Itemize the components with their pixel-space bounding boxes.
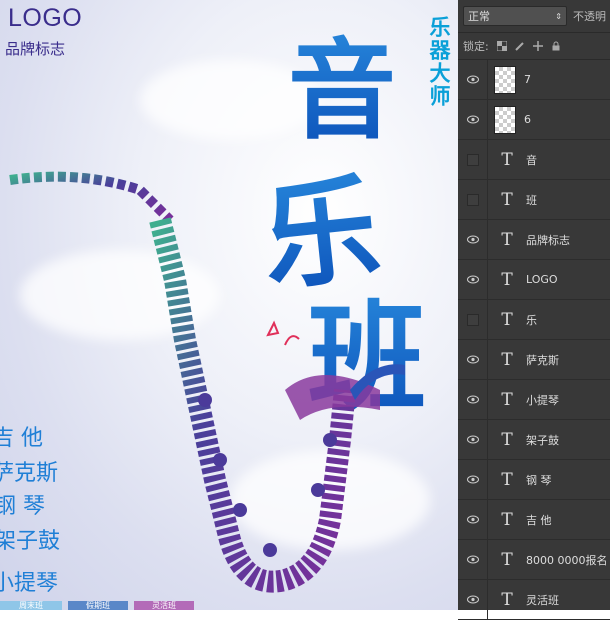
layer-row[interactable]: T吉 他 <box>458 500 610 540</box>
layer-row[interactable]: T钢 琴 <box>458 460 610 500</box>
layer-name: 7 <box>524 73 531 86</box>
layer-row[interactable]: T 萨克斯 <box>458 340 610 380</box>
visibility-toggle-empty[interactable] <box>458 140 488 179</box>
lock-position-move-icon[interactable] <box>532 41 543 51</box>
text-layer-icon: T <box>501 549 513 570</box>
text-layer-icon: T <box>501 469 513 490</box>
eye-visibility-icon[interactable] <box>458 100 488 139</box>
text-layer-icon: T <box>501 509 513 530</box>
layer-name: LOGO <box>526 273 558 286</box>
text-layer-icon: T <box>501 229 513 250</box>
brand-label[interactable]: 品牌标志 <box>5 38 65 59</box>
text-layer-icon: T <box>501 429 513 450</box>
layer-row[interactable]: T 小提琴 <box>458 380 610 420</box>
layer-row[interactable]: T LOGO <box>458 260 610 300</box>
layer-name: 萨克斯 <box>526 353 559 367</box>
text-layer-icon: T <box>501 269 513 290</box>
text-layer-icon: T <box>501 309 513 330</box>
layer-row[interactable]: T 灵活班 <box>458 580 610 620</box>
layer-name: 灵活班 <box>526 593 559 607</box>
course-guitar[interactable]: 吉 他 <box>0 420 43 452</box>
eye-visibility-icon[interactable] <box>458 220 488 259</box>
layer-row[interactable]: T 架子鼓 <box>458 420 610 460</box>
layer-name: 班 <box>526 193 537 207</box>
eye-visibility-icon[interactable] <box>458 340 488 379</box>
layer-row[interactable]: 6 <box>458 100 610 140</box>
blend-mode-value: 正常 <box>468 10 490 23</box>
text-layer-icon: T <box>501 349 513 370</box>
logo-text[interactable]: LOGO <box>8 4 82 33</box>
layer-row[interactable]: 7 <box>458 60 610 100</box>
eye-visibility-icon[interactable] <box>458 420 488 459</box>
tab-weekend[interactable]: 周末班 <box>0 601 62 610</box>
opacity-label[interactable]: 不透明 <box>573 8 606 24</box>
layer-name: 音 <box>526 153 537 167</box>
layer-thumbnail <box>494 105 516 134</box>
text-layer-icon: T <box>501 189 513 210</box>
eye-visibility-icon[interactable] <box>458 460 488 499</box>
lock-row: 锁定: <box>458 33 610 60</box>
layer-row[interactable]: T班 <box>458 180 610 220</box>
eye-visibility-icon[interactable] <box>458 540 488 579</box>
eye-visibility-icon[interactable] <box>458 60 488 99</box>
layer-row[interactable]: T音 <box>458 140 610 180</box>
bottom-class-tabs: 周末班 假期班 灵活班 <box>0 601 240 610</box>
lock-all-icon[interactable] <box>551 41 561 51</box>
tab-flexible[interactable]: 灵活班 <box>134 601 194 610</box>
blend-row: 正常 ⇕ 不透明 <box>458 0 610 33</box>
lock-transparent-icon[interactable] <box>496 41 507 51</box>
saxophone-illustration <box>9 171 405 593</box>
layer-row[interactable]: T 8000 0000报名 <box>458 540 610 580</box>
dropdown-arrows-icon: ⇕ <box>555 11 562 21</box>
course-piano[interactable]: 钢 琴 <box>0 488 45 520</box>
layer-name: 小提琴 <box>526 393 559 407</box>
layer-name: 品牌标志 <box>526 233 570 247</box>
document-canvas[interactable]: LOGO 品牌标志 音 乐 班 乐器大师 吉 他 萨克斯 钢 琴 架子鼓 小提琴… <box>0 0 458 610</box>
eye-visibility-icon[interactable] <box>458 580 488 619</box>
text-layer-icon: T <box>501 389 513 410</box>
visibility-toggle-empty[interactable] <box>458 180 488 219</box>
course-drums[interactable]: 架子鼓 <box>0 523 60 555</box>
tab-holiday[interactable]: 假期班 <box>68 601 128 610</box>
visibility-toggle-empty[interactable] <box>458 300 488 339</box>
layer-row[interactable]: T乐 <box>458 300 610 340</box>
layer-name: 8000 0000报名 <box>526 553 608 567</box>
subtitle-text[interactable]: 乐器大师 <box>427 16 452 108</box>
eye-visibility-icon[interactable] <box>458 260 488 299</box>
layer-name: 架子鼓 <box>526 433 559 447</box>
layers-panel: 正常 ⇕ 不透明 锁定: 7 6 T 音 T 班 T 品牌标志 T LOGO T 乐 T 萨克斯 T 小提琴 T… <box>458 0 610 620</box>
layer-row[interactable]: T 品牌标志 <box>458 220 610 260</box>
layer-thumbnail <box>494 65 516 94</box>
lock-pixels-brush-icon[interactable] <box>515 41 525 51</box>
course-violin[interactable]: 小提琴 <box>0 565 58 597</box>
layer-name: 6 <box>524 113 531 126</box>
layer-name: 吉 他 <box>526 513 552 527</box>
layer-name: 钢 琴 <box>526 473 552 487</box>
course-saxophone[interactable]: 萨克斯 <box>0 455 58 487</box>
eye-visibility-icon[interactable] <box>458 500 488 539</box>
eye-visibility-icon[interactable] <box>458 380 488 419</box>
text-layer-icon: T <box>501 589 513 610</box>
layer-name: 乐 <box>526 313 537 327</box>
blend-mode-dropdown[interactable]: 正常 ⇕ <box>463 6 567 26</box>
text-layer-icon: T <box>501 149 513 170</box>
lock-label: 锁定: <box>463 40 489 53</box>
layer-list: 7 6 T 音 T 班 T 品牌标志 T LOGO T 乐 T 萨克斯 T 小提琴 T 架子鼓 T 钢 琴T吉 他T8… <box>458 60 610 620</box>
